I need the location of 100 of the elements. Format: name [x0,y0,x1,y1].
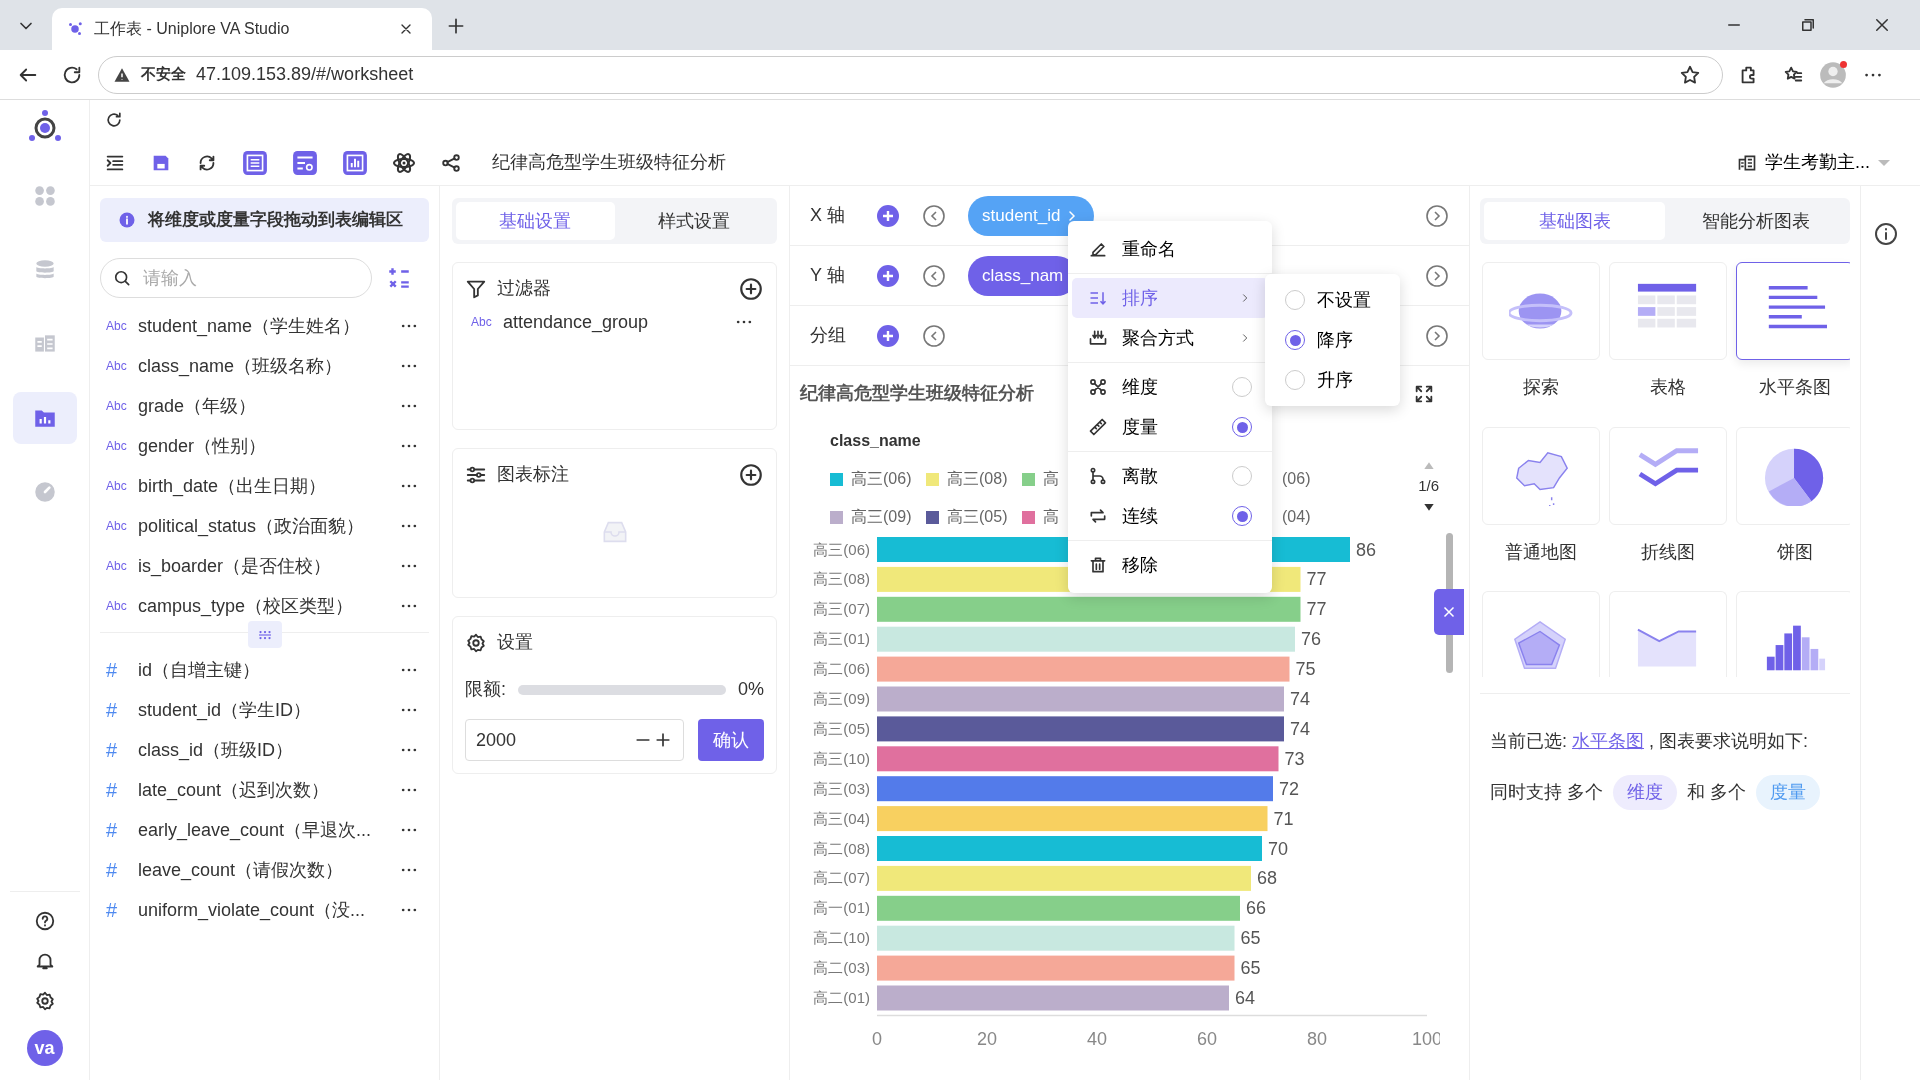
field-item[interactable]: Abc grade（年级） [100,386,429,426]
legend-label[interactable]: 高三(05) [947,505,1008,529]
field-item[interactable]: Abc birth_date（出生日期） [100,466,429,506]
ruler-icon [1088,417,1108,437]
field-item[interactable]: # early_leave_count（早退次... [100,810,429,850]
legend-label[interactable]: 高三(06) [851,467,912,491]
chart-type-option[interactable] [1736,262,1850,360]
field-item[interactable]: Abc is_boarder（是否住校） [100,546,429,586]
field-item[interactable]: # class_id（班级ID） [100,730,429,770]
security-label[interactable]: 不安全 [141,63,186,86]
field-name: grade（年级） [138,394,258,418]
info-icon[interactable] [1873,222,1898,246]
scroll-left-icon[interactable] [922,263,946,288]
tick-label: 60 [1197,1029,1217,1049]
limit-input[interactable]: 2000 [465,719,684,761]
category-label: 高二(08) [813,839,870,857]
value-label: 77 [1306,569,1327,590]
limit-label: 限额: [465,678,506,701]
confirm-button[interactable]: 确认 [698,719,764,761]
new-tab-icon[interactable] [446,16,466,36]
field-item[interactable]: # id（自增主键） [100,650,429,690]
bar-chart-icon[interactable] [342,149,368,176]
tick-label: 20 [977,1029,997,1049]
settings-icon[interactable] [33,990,56,1012]
add-field-icon[interactable] [876,263,900,288]
field-item[interactable]: # late_count（迟到次数） [100,770,429,810]
bar[interactable] [877,716,1284,742]
star-icon[interactable] [1679,63,1701,86]
dataset-dropdown[interactable]: 学生考勤主... [1737,149,1890,176]
atom-icon[interactable] [392,150,416,175]
sort-option[interactable]: 不设置 [1269,280,1396,320]
help-icon[interactable] [33,910,56,932]
share-icon[interactable] [440,151,462,174]
url-field[interactable]: 47.109.153.89/#/worksheet [196,61,1662,88]
menu-item[interactable]: 移除 [1072,545,1268,585]
add-filter-icon[interactable] [738,275,764,302]
field-item[interactable]: # leave_count（请假次数） [100,850,429,890]
dimension-type-tag: Abc [106,397,128,415]
category-label: 高二(07) [813,869,870,887]
field-item[interactable]: Abc campus_type（校区类型） [100,586,429,626]
field-item[interactable]: Abc student_name（学生姓名） [100,306,429,346]
field-item[interactable]: Abc class_name（班级名称） [100,346,429,386]
value-label: 76 [1301,629,1322,650]
field-item[interactable]: Abc political_status（政治面貌） [100,506,429,546]
legend-label[interactable]: (04) [1282,505,1311,529]
calculated-field-icon[interactable] [386,265,412,291]
chart-category-tab[interactable]: 智能分析图表 [1665,202,1846,240]
settings-tab[interactable]: 基础设置 [456,202,615,240]
search-field[interactable]: 请输入 [100,258,372,298]
value-label: 65 [1240,958,1261,979]
legend-label[interactable]: (06) [1282,467,1311,491]
add-annotation-icon[interactable] [738,461,764,488]
measure-type-tag: # [106,655,128,685]
legend-page: 1/6 [1418,476,1439,496]
field-name: campus_type（校区类型） [138,594,355,619]
refresh-icon[interactable] [104,110,124,130]
menu-item[interactable]: 连续 [1072,496,1268,536]
form-settings-icon[interactable] [292,149,318,176]
chart-category-tab[interactable]: 基础图表 [1484,202,1665,240]
limit-slider[interactable] [518,684,726,695]
list-icon[interactable] [242,149,268,176]
settings-title: 设置 [497,631,533,654]
tick-label: 80 [1307,1029,1327,1049]
add-field-icon[interactable] [876,323,900,348]
legend-label[interactable]: 高三(09) [851,505,912,529]
chart-type-link[interactable]: 水平条图 [1572,731,1644,751]
scroll-left-icon[interactable] [922,203,946,228]
field-item[interactable]: Abc gender（性别） [100,426,429,466]
settings-tab[interactable]: 样式设置 [614,202,773,240]
resize-handle[interactable] [247,621,282,648]
restore-icon[interactable] [1799,16,1817,34]
menu-item[interactable]: 离散 [1072,456,1268,496]
menu-item[interactable]: 聚合方式 [1072,318,1268,358]
scroll-right-icon[interactable] [1425,203,1449,228]
support-text: 和 多个 [1687,781,1747,804]
close-panel-button[interactable] [1434,589,1464,635]
legend-label[interactable]: 高 [1043,505,1059,529]
filter-item[interactable]: Abc attendance_group [465,302,764,342]
field-name: birth_date（出生日期） [138,474,328,499]
close-window-icon[interactable] [1873,16,1891,34]
nav-button[interactable] [12,392,77,444]
category-label: 高二(10) [813,929,870,947]
legend-label[interactable]: 高 [1043,467,1059,491]
hint-text: 将维度或度量字段拖动到表编辑区 [148,209,403,232]
value-label: 77 [1306,599,1327,620]
add-field-icon[interactable] [876,203,900,228]
menu-item[interactable]: 度量 [1072,407,1268,447]
legend-label[interactable]: 高三(08) [947,467,1008,491]
profile-icon[interactable] [1819,60,1847,89]
scroll-left-icon[interactable] [922,323,946,348]
field-item[interactable]: # student_id（学生ID） [100,690,429,730]
scroll-right-icon[interactable] [1425,263,1449,288]
category-label: 高三(01) [813,630,870,648]
user-avatar[interactable]: va [26,1030,63,1066]
scroll-right-icon[interactable] [1425,323,1449,348]
sort-option[interactable]: 降序 [1269,320,1396,360]
menu-item[interactable]: 排序 [1072,278,1268,318]
field-item[interactable]: # uniform_violate_count（没... [100,890,429,930]
sort-option[interactable]: 升序 [1269,360,1396,400]
bar[interactable] [877,776,1273,802]
